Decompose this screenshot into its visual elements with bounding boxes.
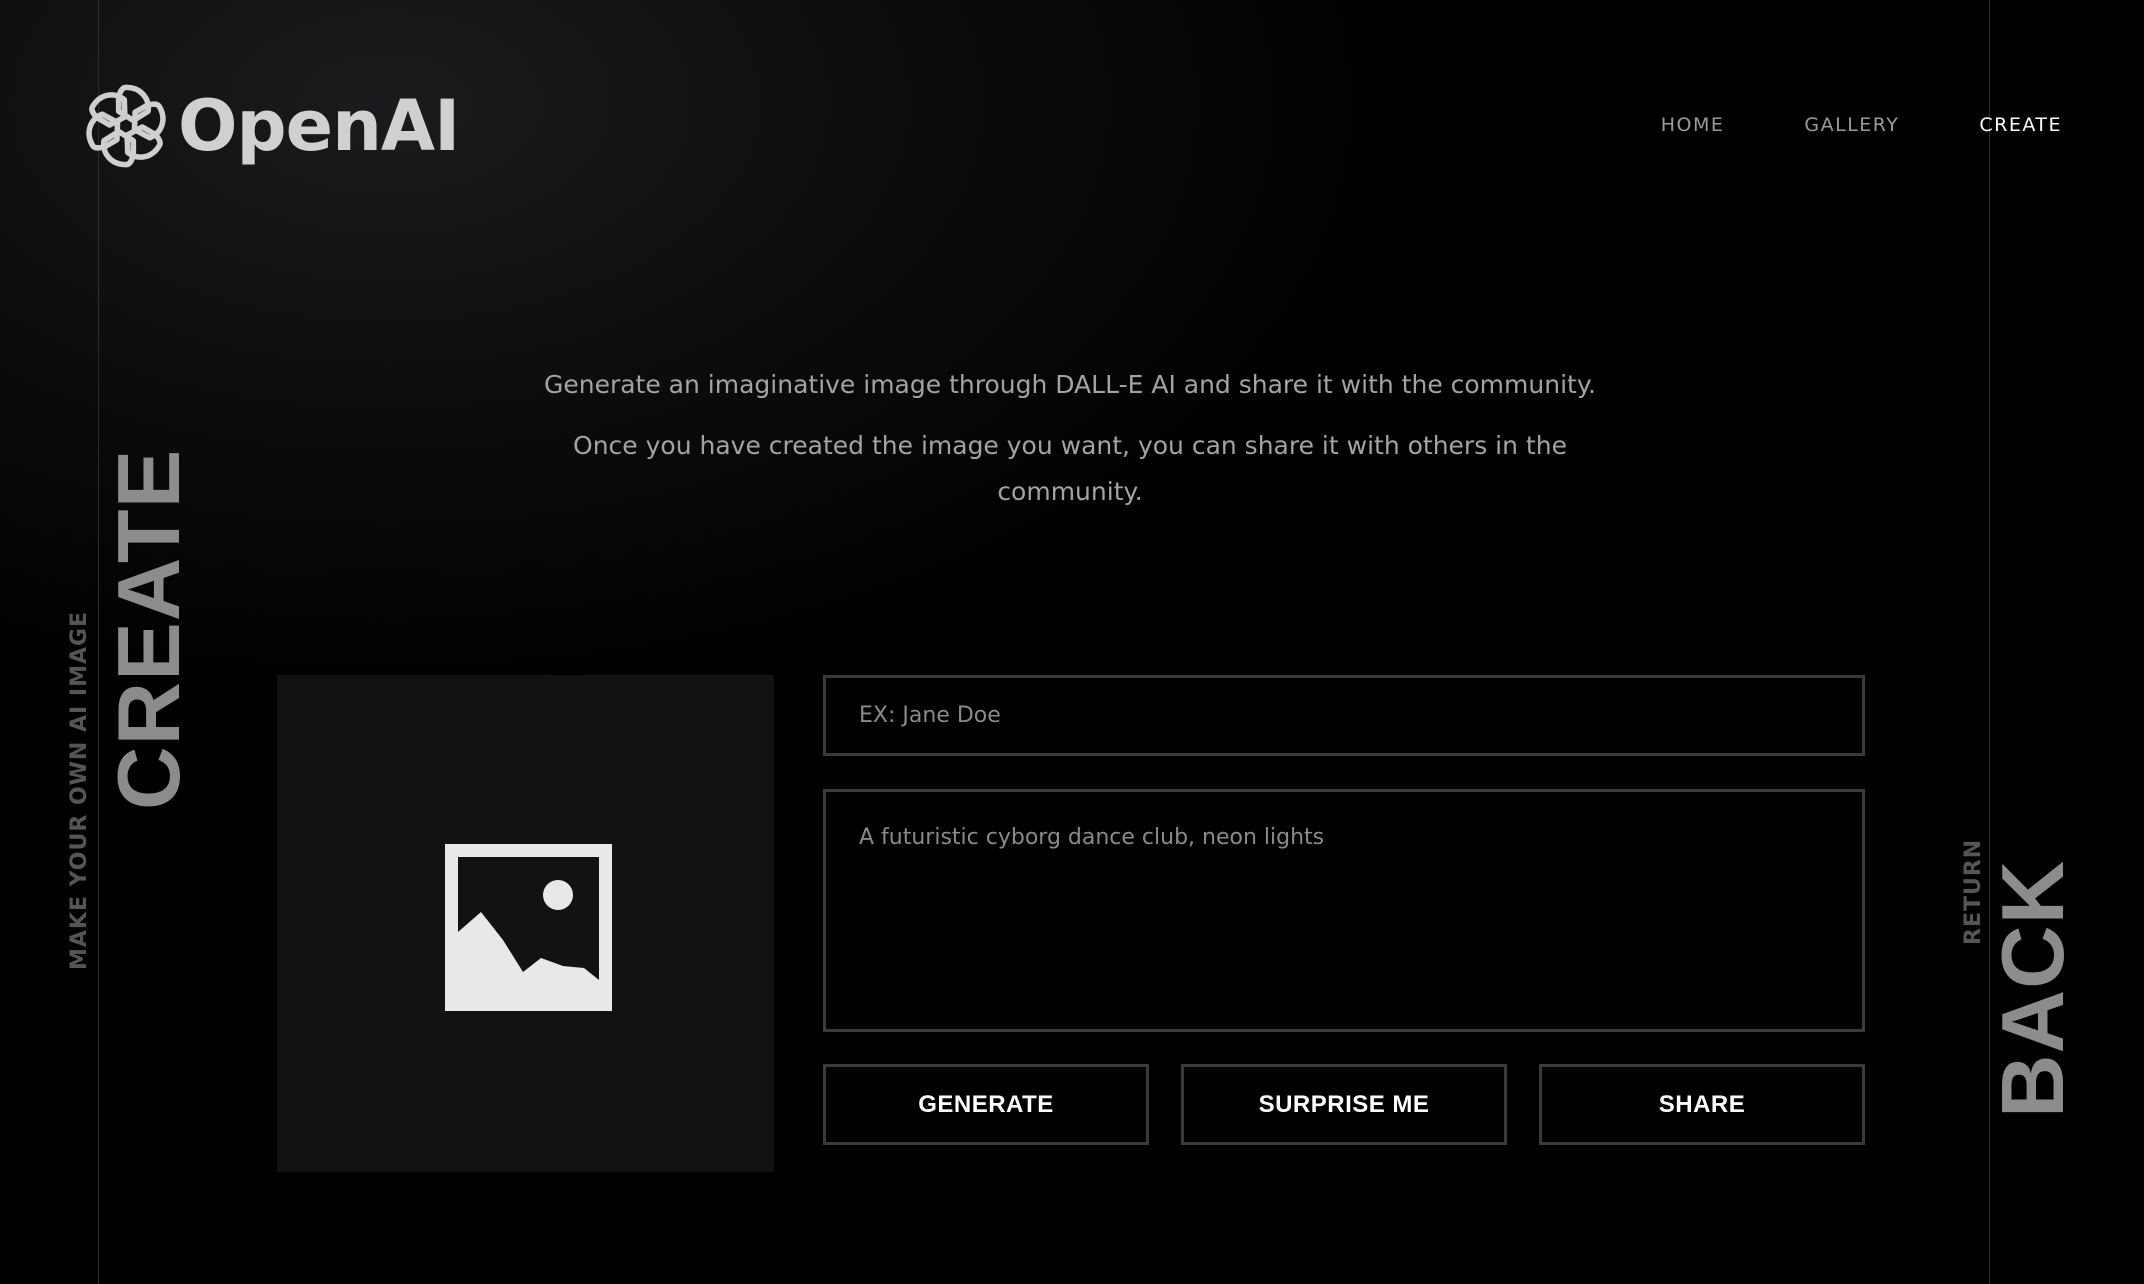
name-input[interactable]	[823, 675, 1865, 756]
surprise-me-button[interactable]: SURPRISE ME	[1181, 1064, 1507, 1145]
main-nav: HOME GALLERY CREATE	[1661, 110, 2062, 140]
prompt-textarea[interactable]	[823, 789, 1865, 1032]
nav-create-link[interactable]: CREATE	[1979, 110, 2062, 140]
intro-line-1: Generate an imaginative image through DA…	[543, 370, 1597, 399]
side-back-title[interactable]: BACK	[1983, 860, 2082, 1118]
share-button[interactable]: SHARE	[1539, 1064, 1865, 1145]
side-create-title: CREATE	[99, 448, 198, 810]
side-label-create: CREATE MAKE YOUR OWN AI IMAGE	[62, 449, 202, 970]
intro-text: Generate an imaginative image through DA…	[470, 362, 1670, 515]
openai-logo-icon	[86, 84, 166, 168]
intro-line-2: Once you have created the image you want…	[573, 431, 1567, 506]
image-preview	[277, 675, 774, 1172]
brand-name: OpenAI	[178, 85, 460, 167]
generate-button[interactable]: GENERATE	[823, 1064, 1149, 1145]
nav-gallery-link[interactable]: GALLERY	[1804, 110, 1899, 140]
nav-home-link[interactable]: HOME	[1661, 110, 1725, 140]
side-label-back[interactable]: RETURN BACK	[1950, 839, 2082, 1120]
image-placeholder-icon	[445, 844, 612, 1011]
side-create-subtitle: MAKE YOUR OWN AI IMAGE	[67, 610, 92, 970]
brand-logo[interactable]: OpenAI	[80, 78, 460, 174]
